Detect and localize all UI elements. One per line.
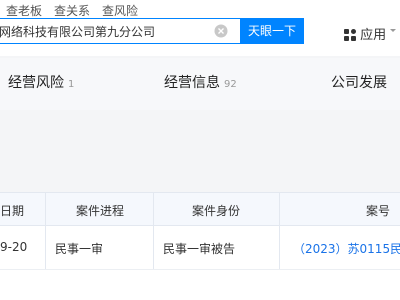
section-label: 经营信息 xyxy=(164,75,220,91)
table-header: 日期 案件进程 案件身份 案号 xyxy=(0,192,400,226)
column-header-identity: 案件身份 xyxy=(192,204,241,218)
section-count: 92 xyxy=(224,79,237,90)
cell-progress: 民事一审 xyxy=(55,242,104,256)
section-business-risk[interactable]: 经营风险 1 xyxy=(8,72,74,92)
tab-search-risk[interactable]: 查风险 xyxy=(102,2,138,19)
column-header-date: 日期 xyxy=(0,204,25,218)
search-input[interactable]: 网络科技有限公司第九分公司 xyxy=(0,18,240,44)
apps-menu[interactable]: 应用 xyxy=(344,24,396,43)
cell-case-number-link[interactable]: （2023）苏0115民初 xyxy=(293,240,400,257)
chevron-down-icon xyxy=(390,29,396,32)
clear-icon[interactable] xyxy=(214,24,228,38)
case-table: 日期 案件进程 案件身份 案号 9-20 民事一审 民事一审被告 （2023）苏… xyxy=(0,192,400,300)
tab-search-relations[interactable]: 查关系 xyxy=(54,2,90,19)
cell-date: 9-20 xyxy=(0,240,28,254)
top-search-bar: 查老板 查关系 查风险 网络科技有限公司第九分公司 天眼一下 应用 xyxy=(0,0,400,56)
section-nav: 经营风险 1 经营信息 92 公司发展 xyxy=(0,58,400,110)
tab-search-boss[interactable]: 查老板 xyxy=(6,2,42,19)
section-label: 经营风险 xyxy=(8,75,64,91)
search-query[interactable]: 网络科技有限公司第九分公司 xyxy=(0,23,155,40)
table-row: 9-20 民事一审 民事一审被告 （2023）苏0115民初 xyxy=(0,226,400,270)
apps-label: 应用 xyxy=(360,28,387,43)
apps-grid-icon xyxy=(344,29,356,41)
section-company-development[interactable]: 公司发展 xyxy=(331,72,387,92)
section-business-info[interactable]: 经营信息 92 xyxy=(164,72,237,92)
section-count: 1 xyxy=(68,79,75,90)
search-button[interactable]: 天眼一下 xyxy=(240,18,304,44)
column-header-case-number: 案号 xyxy=(366,204,391,218)
cell-identity: 民事一审被告 xyxy=(163,242,236,256)
column-header-progress: 案件进程 xyxy=(76,204,125,218)
section-label: 公司发展 xyxy=(331,75,387,91)
